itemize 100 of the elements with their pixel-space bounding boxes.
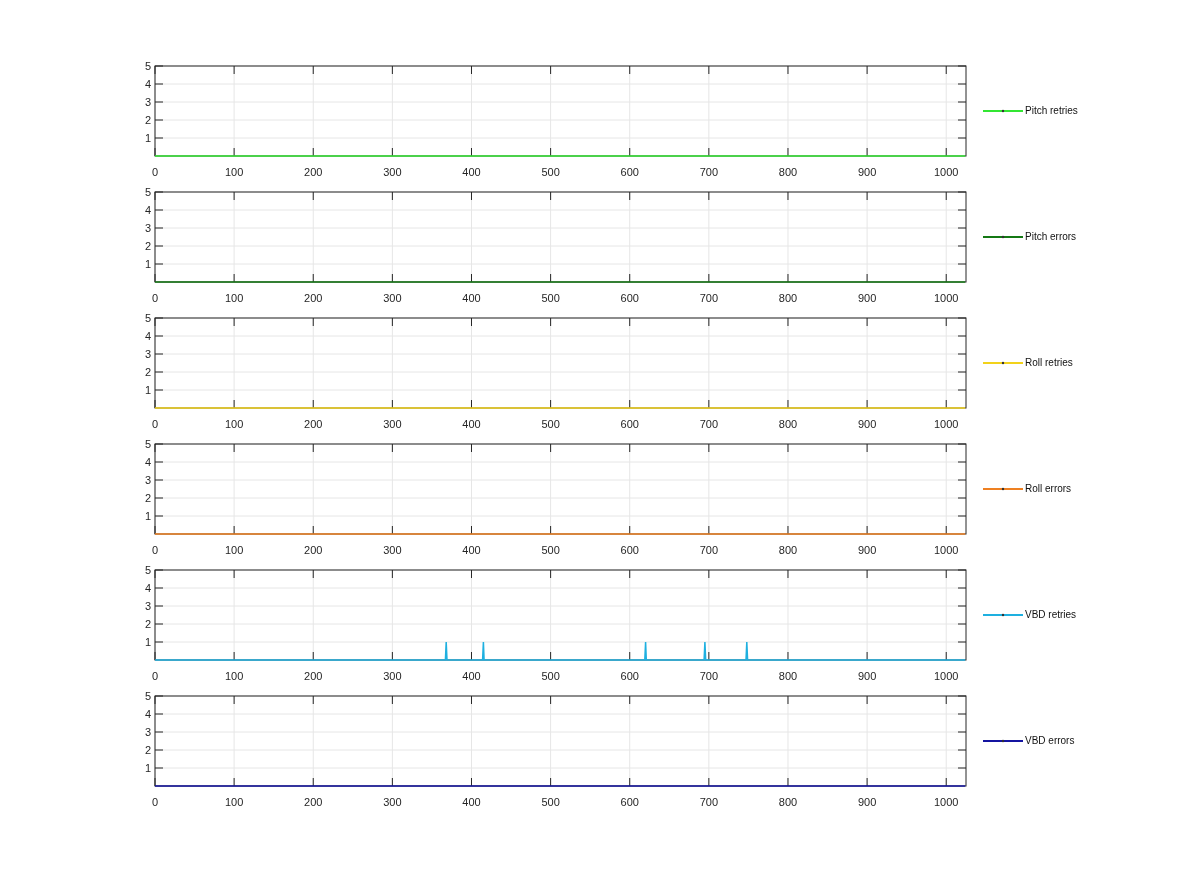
tick-label: 700 xyxy=(699,544,719,556)
legend-label: VBD errors xyxy=(1025,735,1075,746)
tick-label: 200 xyxy=(304,418,323,430)
tick-label: 5 xyxy=(144,438,151,450)
tick-label: 100 xyxy=(224,796,244,808)
tick-label: 5 xyxy=(144,186,151,198)
tick-label: 600 xyxy=(620,418,639,430)
tick-label: 100 xyxy=(224,292,244,304)
tick-label: 200 xyxy=(304,796,323,808)
tick-label: 1 xyxy=(144,636,151,648)
tick-label: 2 xyxy=(144,240,151,252)
legend-line-icon xyxy=(983,486,1023,491)
tick-label: 0 xyxy=(151,544,159,556)
tick-label: 800 xyxy=(778,418,798,430)
tick-label: 1000 xyxy=(934,796,959,808)
tick-label: 3 xyxy=(144,222,151,234)
tick-label: 5 xyxy=(144,690,151,702)
tick-label: 3 xyxy=(144,96,151,108)
tick-label: 0 xyxy=(151,418,159,430)
tick-label: 500 xyxy=(541,796,560,808)
tick-label: 300 xyxy=(383,418,402,430)
tick-label: 1000 xyxy=(934,292,959,304)
tick-label: 500 xyxy=(541,418,560,430)
tick-label: 900 xyxy=(857,544,877,556)
tick-label: 500 xyxy=(541,166,560,178)
legend-line-icon xyxy=(983,108,1023,113)
tick-label: 0 xyxy=(151,292,159,304)
legend-line-icon xyxy=(983,360,1023,365)
tick-label: 4 xyxy=(144,204,151,216)
tick-label: 100 xyxy=(224,670,244,682)
legend-label: Roll retries xyxy=(1025,357,1073,368)
tick-label: 2 xyxy=(144,618,151,630)
tick-label: 500 xyxy=(541,670,560,682)
tick-label: 500 xyxy=(541,544,560,556)
tick-label: 4 xyxy=(144,78,151,90)
tick-label: 4 xyxy=(144,708,151,720)
legend-line-icon xyxy=(983,738,1023,743)
tick-label: 600 xyxy=(620,796,639,808)
tick-label: 300 xyxy=(383,166,402,178)
tick-label: 300 xyxy=(383,796,402,808)
tick-label: 4 xyxy=(144,330,151,342)
tick-label: 1000 xyxy=(934,166,959,178)
tick-label: 5 xyxy=(144,564,151,576)
tick-label: 800 xyxy=(778,544,798,556)
tick-label: 1 xyxy=(144,132,151,144)
tick-label: 300 xyxy=(383,544,402,556)
tick-label: 900 xyxy=(857,418,877,430)
tick-label: 400 xyxy=(462,544,481,556)
tick-label: 800 xyxy=(778,166,798,178)
tick-label: 200 xyxy=(304,670,323,682)
tick-label: 2 xyxy=(144,114,151,126)
tick-label: 200 xyxy=(304,544,323,556)
tick-label: 800 xyxy=(778,670,798,682)
tick-label: 2 xyxy=(144,492,151,504)
tick-label: 100 xyxy=(224,418,244,430)
tick-label: 600 xyxy=(620,544,639,556)
legend-line-icon xyxy=(983,234,1023,239)
legend-label: Pitch retries xyxy=(1025,105,1078,116)
tick-label: 400 xyxy=(462,796,481,808)
legend-line-icon xyxy=(983,612,1023,617)
tick-label: 3 xyxy=(144,600,151,612)
tick-label: 700 xyxy=(699,418,719,430)
tick-label: 800 xyxy=(778,796,798,808)
tick-label: 100 xyxy=(224,166,244,178)
tick-label: 3 xyxy=(144,348,151,360)
legend-label: VBD retries xyxy=(1025,609,1077,620)
tick-label: 900 xyxy=(857,670,877,682)
tick-label: 3 xyxy=(144,474,151,486)
tick-label: 2 xyxy=(144,366,151,378)
tick-label: 1000 xyxy=(934,670,959,682)
tick-label: 700 xyxy=(699,796,719,808)
legend-label: Roll errors xyxy=(1025,483,1072,494)
tick-label: 0 xyxy=(151,670,159,682)
tick-label: 600 xyxy=(620,166,639,178)
tick-label: 400 xyxy=(462,670,481,682)
tick-label: 300 xyxy=(383,292,402,304)
tick-label: 0 xyxy=(151,796,159,808)
tick-label: 1 xyxy=(144,510,151,522)
tick-label: 800 xyxy=(778,292,798,304)
tick-label: 5 xyxy=(144,60,151,72)
tick-label: 600 xyxy=(620,292,639,304)
tick-label: 5 xyxy=(144,312,151,324)
tick-label: 600 xyxy=(620,670,639,682)
tick-label: 0 xyxy=(151,166,159,178)
tick-label: 400 xyxy=(462,166,481,178)
tick-label: 2 xyxy=(144,744,151,756)
tick-label: 500 xyxy=(541,292,560,304)
tick-label: 300 xyxy=(383,670,402,682)
tick-label: 1 xyxy=(144,258,151,270)
legend-label: Pitch errors xyxy=(1025,231,1077,242)
tick-label: 700 xyxy=(699,670,719,682)
tick-label: 4 xyxy=(144,456,151,468)
tick-label: 1000 xyxy=(934,544,959,556)
tick-label: 900 xyxy=(857,796,877,808)
tick-label: 1000 xyxy=(934,418,959,430)
tick-label: 4 xyxy=(144,582,151,594)
tick-label: 1 xyxy=(144,762,151,774)
tick-label: 400 xyxy=(462,292,481,304)
tick-label: 100 xyxy=(224,544,244,556)
tick-label: 700 xyxy=(699,292,719,304)
